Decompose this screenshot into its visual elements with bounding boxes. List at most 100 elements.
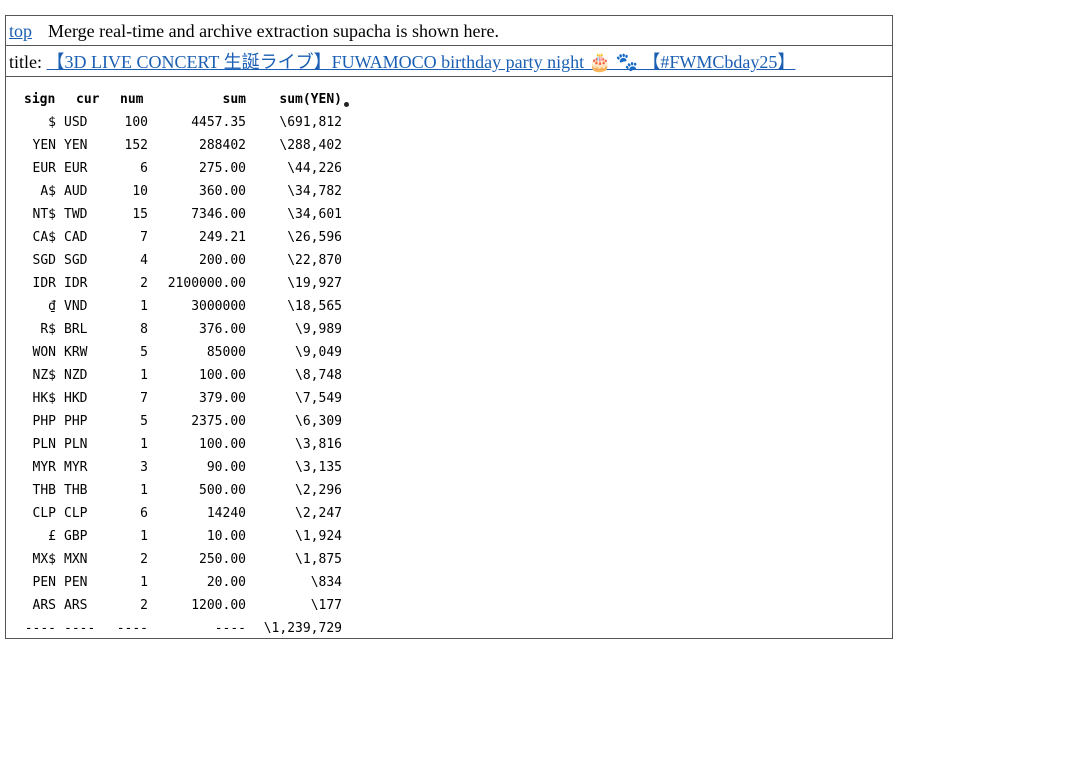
cell-sign: $ (48, 115, 56, 130)
cell-sum: 10.00 (206, 529, 246, 544)
cell-cur: IDR (64, 276, 88, 291)
footer-sign: ---- (24, 621, 56, 636)
header-message: Merge real-time and archive extraction s… (48, 21, 499, 41)
table-row: PLN PLN 1 100.00 \3,816 (16, 433, 342, 456)
cell-sign: CA$ (32, 230, 56, 245)
cell-sum: 85000 (206, 345, 246, 360)
cell-num: 1 (140, 575, 148, 590)
cell-sum-yen: \3,135 (295, 460, 342, 475)
cell-cur: PHP (64, 414, 88, 429)
cell-cur: TWD (64, 207, 88, 222)
table-row: SGD SGD 4 200.00 \22,870 (16, 249, 342, 272)
cell-cur: PEN (64, 575, 88, 590)
cell-num: 1 (140, 483, 148, 498)
header-sum-yen: sum(YEN) (279, 92, 342, 107)
table-row: NT$ TWD 15 7346.00 \34,601 (16, 203, 342, 226)
table-row: ARS ARS 2 1200.00 \177 (16, 594, 342, 617)
cell-sum-yen: \26,596 (287, 230, 342, 245)
cell-sum-yen: \288,402 (279, 138, 342, 153)
video-title-link[interactable]: 【3D LIVE CONCERT 生誕ライブ】FUWAMOCO birthday… (47, 52, 796, 72)
table-row: IDR IDR 2 2100000.00 \19,927 (16, 272, 342, 295)
cell-sign: CLP (32, 506, 56, 521)
supacha-summary-panel: top Merge real-time and archive extractio… (5, 15, 893, 639)
table-row: THB THB 1 500.00 \2,296 (16, 479, 342, 502)
cell-sign: WON (32, 345, 56, 360)
cell-cur: CLP (64, 506, 88, 521)
cell-num: 1 (140, 299, 148, 314)
cursor-dot (344, 102, 349, 107)
top-link[interactable]: top (9, 21, 32, 41)
cell-sum-yen: \9,989 (295, 322, 342, 337)
cell-sum-yen: \691,812 (279, 115, 342, 130)
cell-sign: ₫ (48, 299, 56, 314)
cell-cur: YEN (64, 138, 88, 153)
cell-cur: USD (64, 115, 88, 130)
cell-sum-yen: \44,226 (287, 161, 342, 176)
cell-sum: 500.00 (199, 483, 246, 498)
cell-sum: 1200.00 (191, 598, 246, 613)
cell-sign: R$ (40, 322, 56, 337)
cell-sum: 4457.35 (191, 115, 246, 130)
table-row: YEN YEN 152 288402 \288,402 (16, 134, 342, 157)
cell-sum: 376.00 (199, 322, 246, 337)
cell-sum-yen: \3,816 (295, 437, 342, 452)
cell-num: 6 (140, 161, 148, 176)
table-header-row: sign cur num sum sum(YEN) (16, 88, 349, 111)
cell-sum-yen: \34,782 (287, 184, 342, 199)
cell-num: 4 (140, 253, 148, 268)
cell-cur: GBP (64, 529, 88, 544)
table-row: NZ$ NZD 1 100.00 \8,748 (16, 364, 342, 387)
cell-num: 2 (140, 552, 148, 567)
cell-sum-yen: \22,870 (287, 253, 342, 268)
table-footer-row: ---- ---- ---- ---- \1,239,729 (16, 617, 342, 640)
cell-sum: 288402 (199, 138, 246, 153)
table-row: R$ BRL 8 376.00 \9,989 (16, 318, 342, 341)
title-row: title: 【3D LIVE CONCERT 生誕ライブ】FUWAMOCO b… (6, 47, 892, 77)
cell-cur: AUD (64, 184, 88, 199)
cell-sum-yen: \18,565 (287, 299, 342, 314)
table-row: MX$ MXN 2 250.00 \1,875 (16, 548, 342, 571)
cell-sign: PEN (32, 575, 56, 590)
cell-sum-yen: \6,309 (295, 414, 342, 429)
cell-sum: 249.21 (199, 230, 246, 245)
table-row: £ GBP 1 10.00 \1,924 (16, 525, 342, 548)
cell-num: 1 (140, 529, 148, 544)
cell-num: 1 (140, 437, 148, 452)
cell-num: 3 (140, 460, 148, 475)
cell-cur: MXN (64, 552, 88, 567)
table-row: CLP CLP 6 14240 \2,247 (16, 502, 342, 525)
cell-num: 100 (124, 115, 148, 130)
table-row: CA$ CAD 7 249.21 \26,596 (16, 226, 342, 249)
cell-sum-yen: \34,601 (287, 207, 342, 222)
cell-num: 10 (132, 184, 148, 199)
table-row: WON KRW 5 85000 \9,049 (16, 341, 342, 364)
cell-cur: NZD (64, 368, 88, 383)
cell-num: 7 (140, 230, 148, 245)
cell-sign: MX$ (32, 552, 56, 567)
cell-sum: 7346.00 (191, 207, 246, 222)
cell-cur: EUR (64, 161, 88, 176)
cell-sign: £ (48, 529, 56, 544)
cell-num: 1 (140, 368, 148, 383)
cell-num: 15 (132, 207, 148, 222)
cell-sum-yen: \9,049 (295, 345, 342, 360)
cell-sum-yen: \8,748 (295, 368, 342, 383)
cell-sum: 3000000 (191, 299, 246, 314)
cell-sum-yen: \19,927 (287, 276, 342, 291)
cell-sum-yen: \2,296 (295, 483, 342, 498)
cell-sign: IDR (32, 276, 56, 291)
cell-sum-yen: \7,549 (295, 391, 342, 406)
cell-sign: THB (32, 483, 56, 498)
table-row: $ USD 100 4457.35 \691,812 (16, 111, 342, 134)
cell-sign: SGD (32, 253, 56, 268)
cell-num: 7 (140, 391, 148, 406)
cell-sum-yen: \177 (310, 598, 342, 613)
cell-sum: 14240 (206, 506, 246, 521)
cell-cur: MYR (64, 460, 88, 475)
cell-num: 152 (124, 138, 148, 153)
cell-sign: PLN (32, 437, 56, 452)
cell-num: 5 (140, 345, 148, 360)
table-row: HK$ HKD 7 379.00 \7,549 (16, 387, 342, 410)
cell-num: 5 (140, 414, 148, 429)
cell-sign: NZ$ (32, 368, 56, 383)
